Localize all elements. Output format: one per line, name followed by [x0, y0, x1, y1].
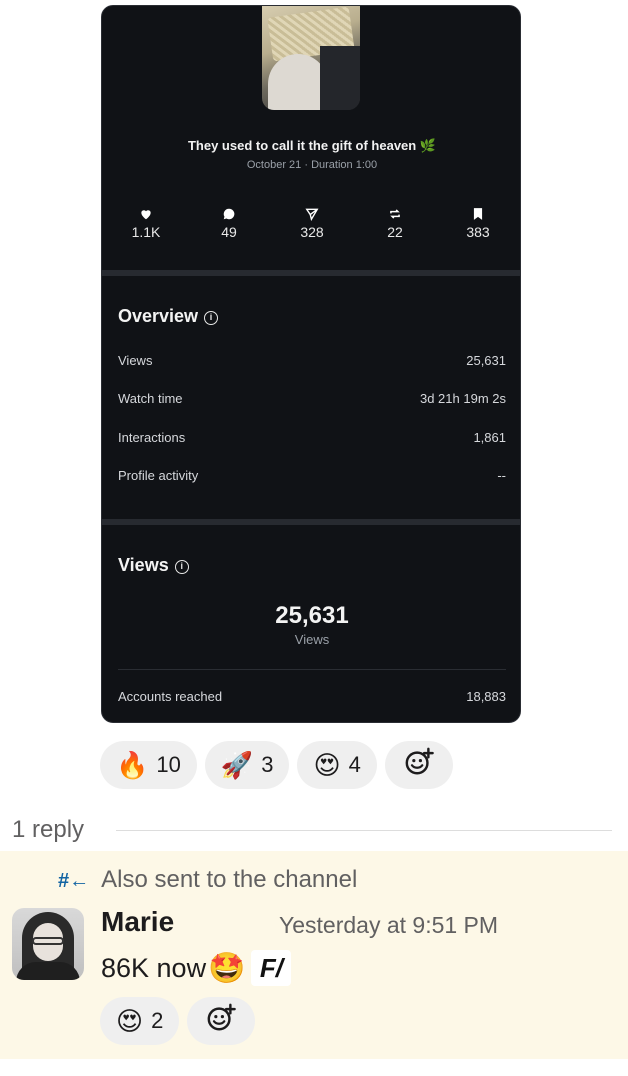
views-total-label: Views [294, 632, 330, 647]
row-label: Watch time [118, 391, 183, 406]
row-value: -- [497, 468, 506, 483]
row-label: Interactions [118, 430, 186, 445]
post-title: They used to call it the gift of heaven … [187, 138, 437, 153]
reaction-fire[interactable]: 🔥 10 [100, 741, 197, 789]
views-divider [118, 669, 506, 670]
row-value: 3d 21h 19m 2s [419, 391, 506, 406]
post-thumbnail [262, 6, 360, 110]
section-divider [102, 270, 520, 276]
reaction-count: 2 [151, 1008, 164, 1033]
channel-arrow-icon: #← [58, 870, 90, 892]
row-label: Profile activity [118, 468, 199, 483]
row-value: 25,631 [466, 353, 506, 368]
info-icon: i [204, 311, 219, 325]
likes-count: 1.1K [131, 224, 161, 240]
timestamp[interactable]: Yesterday at 9:51 PM [279, 912, 498, 939]
message-reactions: 🔥 10 🚀 3 😍 4 [100, 741, 453, 789]
row-label: Accounts reached [118, 689, 223, 704]
add-emoji-icon [206, 1003, 237, 1039]
fire-icon: 🔥 [116, 750, 149, 780]
heart-eyes-icon: 😍 [313, 750, 341, 780]
info-icon: i [174, 560, 189, 574]
views-heading: Views i [118, 555, 189, 576]
repost-icon [365, 204, 425, 224]
reposts-stat: 22 [365, 204, 425, 240]
section-divider [102, 519, 520, 525]
comments-count: 49 [221, 224, 237, 240]
custom-emoji-icon: F/ [251, 950, 292, 986]
reaction-heart-eyes[interactable]: 😍 4 [297, 741, 377, 789]
shares-count: 328 [300, 224, 324, 240]
add-reaction-button[interactable] [384, 741, 453, 789]
star-struck-icon: 🤩 [208, 951, 246, 985]
also-sent-notice: #← Also sent to the channel [58, 866, 357, 894]
shares-stat: 328 [282, 204, 342, 240]
also-sent-text: Also sent to the channel [101, 866, 358, 893]
reposts-count: 22 [387, 224, 403, 240]
overview-heading: Overview i [118, 306, 219, 327]
post-stats: 1.1K 49 328 22 383 [102, 204, 520, 248]
reaction-count: 10 [156, 752, 181, 777]
saves-count: 383 [466, 224, 490, 240]
author-name[interactable]: Marie [101, 906, 174, 938]
comments-stat: 49 [199, 204, 259, 240]
row-value: 18,883 [466, 689, 506, 704]
comment-icon [199, 204, 259, 224]
row-label: Views [118, 353, 153, 368]
heart-eyes-icon: 😍 [116, 1006, 144, 1036]
embedded-screenshot[interactable]: They used to call it the gift of heaven … [101, 5, 521, 723]
rocket-icon: 🚀 [220, 750, 254, 780]
reaction-count: 4 [348, 752, 361, 777]
overview-title: Overview [118, 306, 199, 326]
reaction-heart-eyes[interactable]: 😍 2 [100, 997, 180, 1045]
message-text: 86K now [101, 952, 207, 983]
message-body: 86K now 🤩 F/ [101, 950, 292, 986]
likes-stat: 1.1K [116, 204, 176, 240]
reply-reactions: 😍 2 [100, 997, 256, 1045]
bookmark-icon [448, 204, 508, 224]
reaction-rocket[interactable]: 🚀 3 [204, 741, 290, 789]
saves-stat: 383 [448, 204, 508, 240]
row-value: 1,861 [473, 430, 506, 445]
add-emoji-icon [404, 747, 434, 783]
reaction-count: 3 [261, 752, 274, 777]
avatar[interactable] [12, 908, 84, 980]
send-icon [282, 204, 342, 224]
add-reaction-button[interactable] [187, 997, 256, 1045]
views-total: 25,631 [275, 602, 349, 629]
heart-icon [116, 204, 176, 224]
views-title: Views [118, 555, 169, 575]
post-meta: October 21 · Duration 1:00 [246, 159, 378, 171]
reply-count-link[interactable]: 1 reply [12, 816, 84, 844]
reply-divider [116, 830, 612, 831]
